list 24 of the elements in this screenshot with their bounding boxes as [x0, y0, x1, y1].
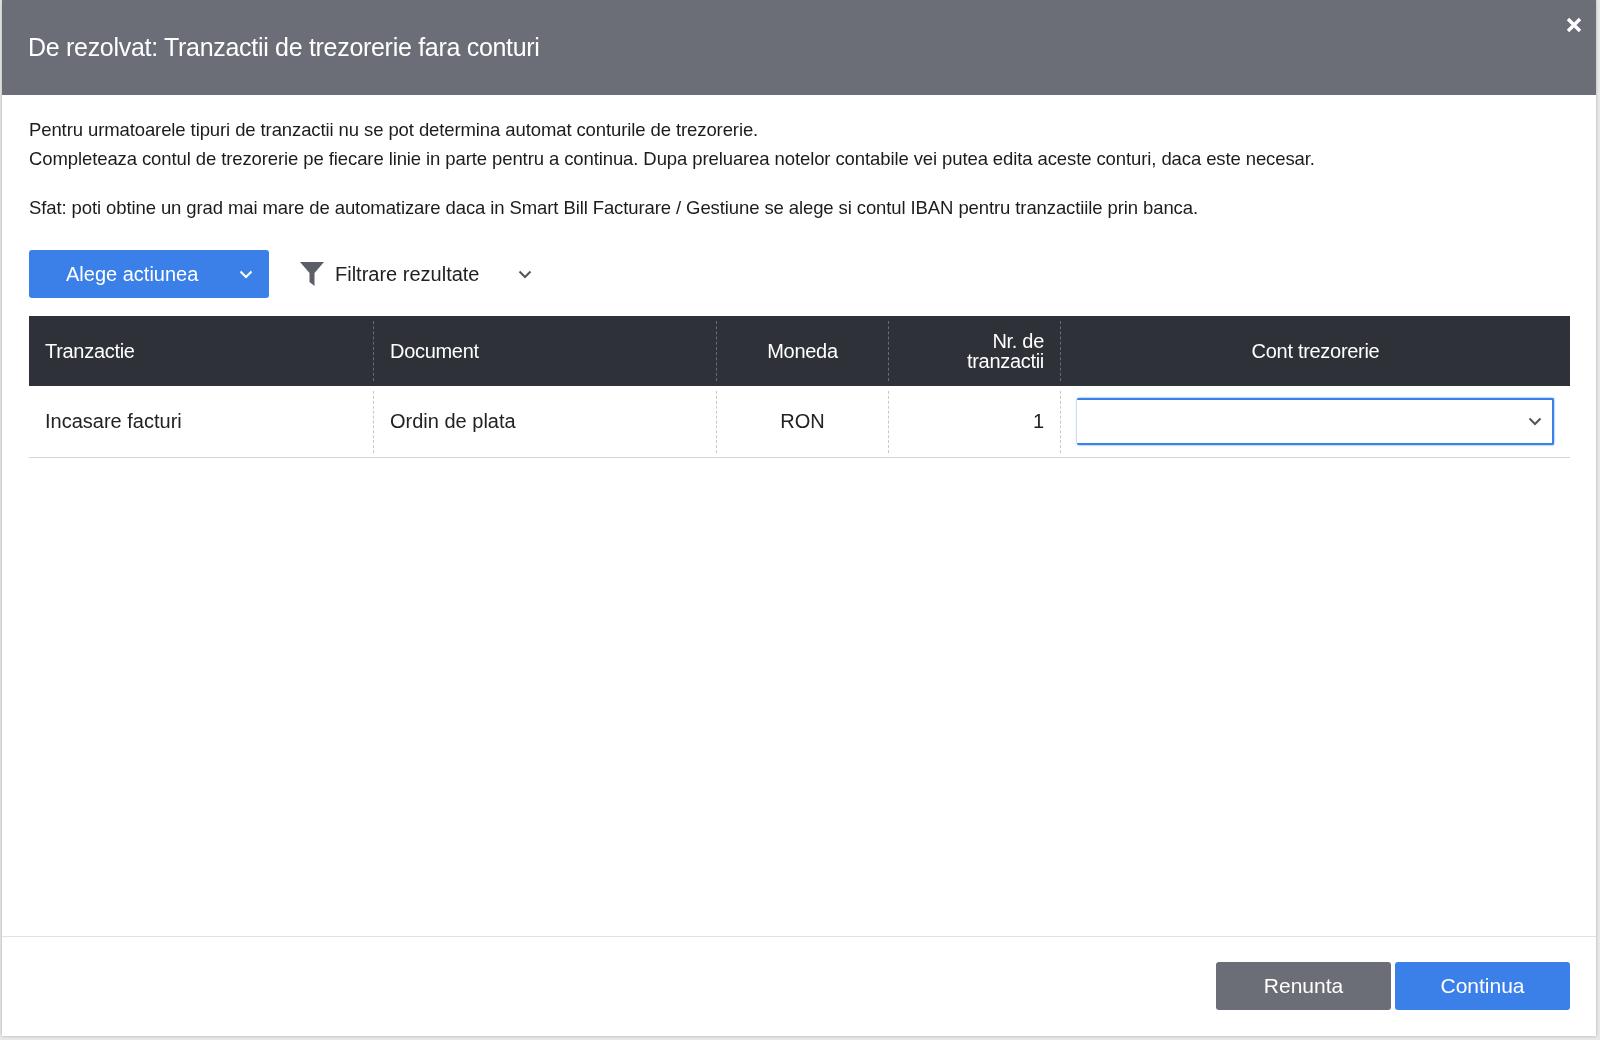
table-cell-text: Incasare facturi [44, 409, 183, 434]
instruction-text: Completeaza contul de trezorerie pe fiecare linie in parte pentru a continua. Dupa preluarea notelor contabile vei putea edita aceste conturi, daca este necesar. [29, 147, 1316, 171]
action-dropdown-button[interactable]: Alege actiunea [29, 250, 269, 298]
column-header: Moneda [716, 321, 888, 381]
column-header: Cont trezorerie [1060, 321, 1570, 381]
tip-text: Sfat: poti obtine un grad mai mare de automatizare daca in Smart Bill Facturare / Gestiune se alege si contul IBAN pentru tranzactiile prin banca. [29, 196, 1199, 220]
account-select[interactable] [1077, 398, 1554, 445]
column-header: Nr. de tranzactii [888, 321, 1060, 381]
chevron-down-icon [1528, 417, 1542, 426]
close-icon [1566, 17, 1582, 33]
continue-button[interactable]: Continua [1395, 962, 1570, 1010]
filter-results-button[interactable]: Filtrare rezultate [299, 261, 532, 287]
column-header: Document [373, 321, 716, 381]
filter-icon [299, 261, 325, 287]
table-cell: Ordin de plata [373, 390, 716, 453]
instruction-text: Pentru urmatoarele tipuri de tranzactii nu se pot determina automat conturile de trezorerie. [29, 118, 760, 142]
dialog-title: De rezolvat: Tranzactii de trezorerie fara conturi [28, 33, 540, 62]
chevron-down-icon [239, 269, 253, 279]
table-cell: RON [716, 390, 888, 453]
close-button[interactable] [1564, 15, 1584, 35]
chevron-down-icon [517, 269, 532, 279]
column-header: Tranzactie [44, 339, 136, 364]
table-cell: 1 [888, 390, 1060, 453]
cancel-button[interactable]: Renunta [1216, 962, 1391, 1010]
